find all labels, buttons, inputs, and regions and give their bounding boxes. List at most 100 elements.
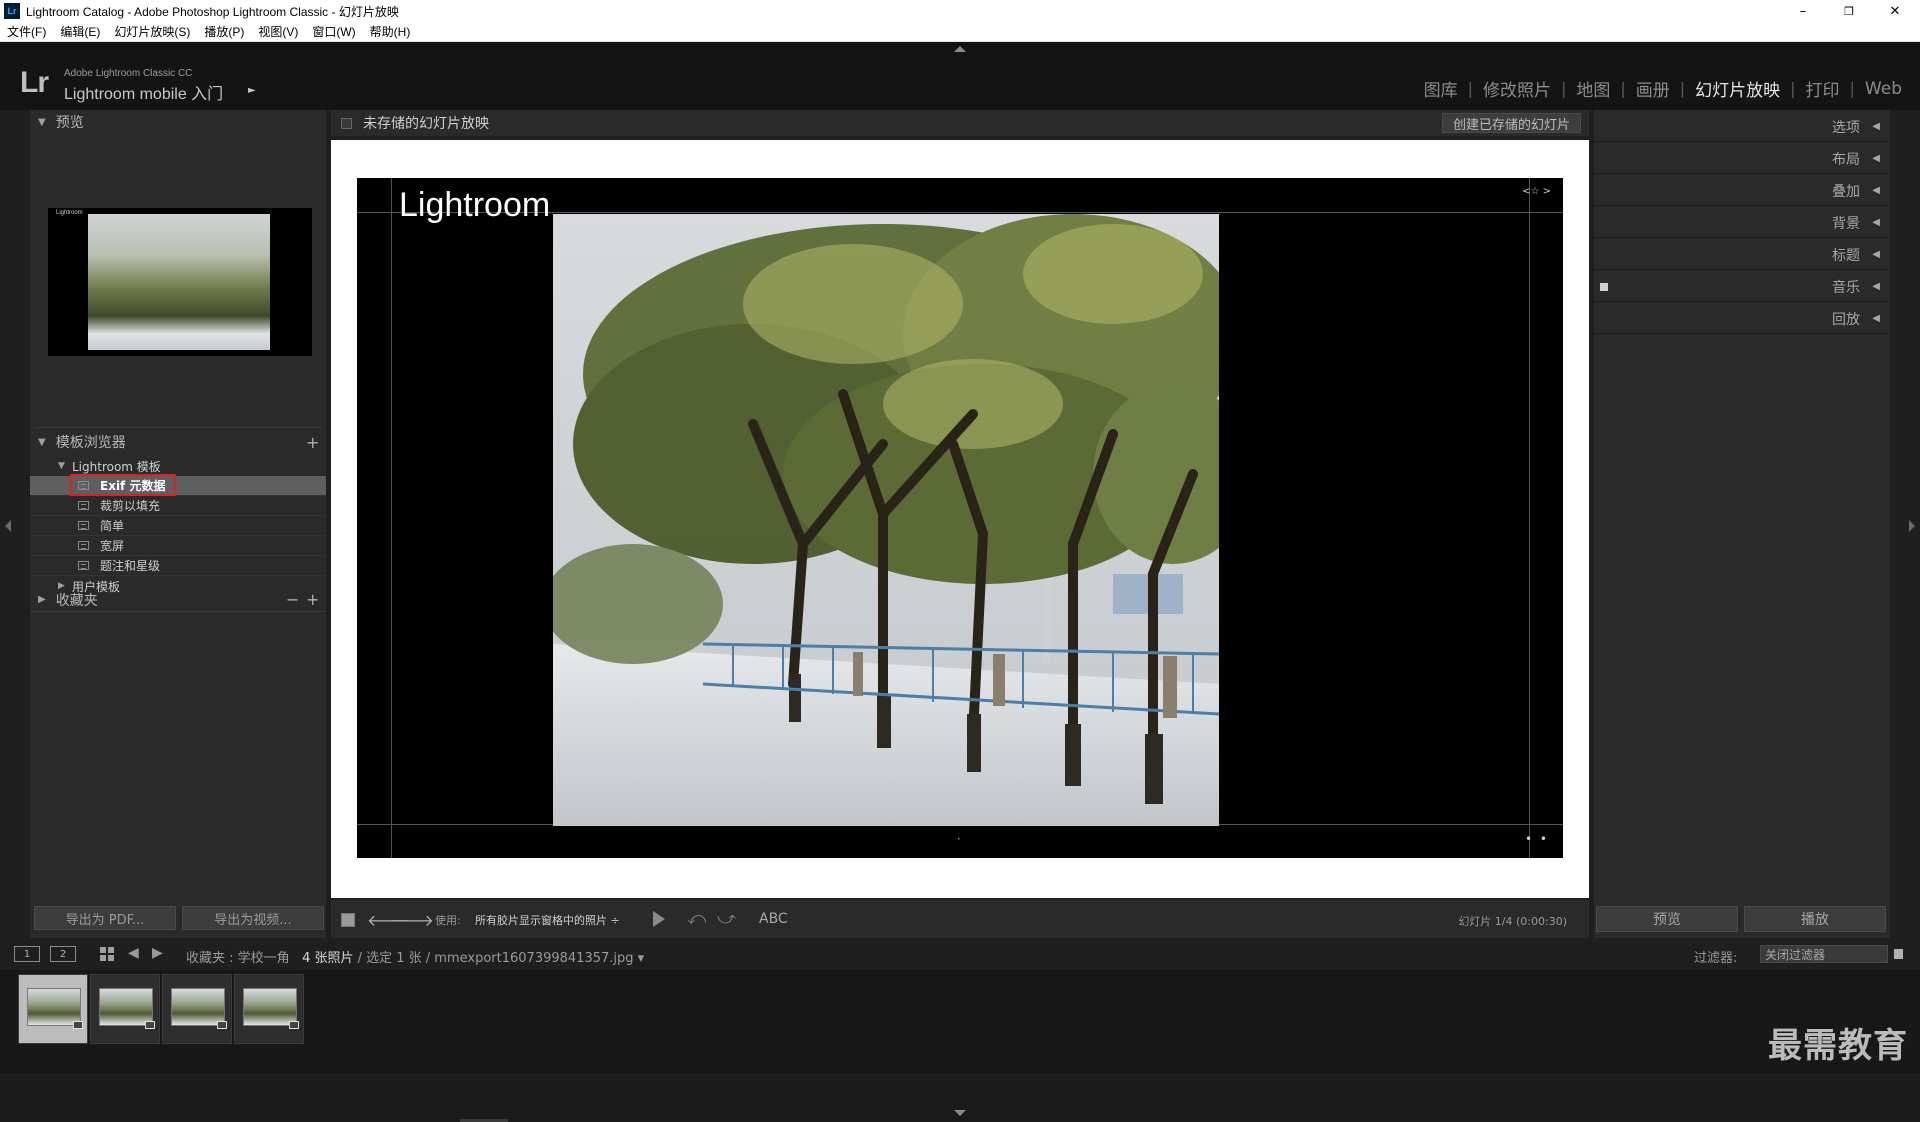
lightroom-app-icon: Lr	[4, 3, 20, 19]
play-arrow-icon[interactable]: ►	[248, 85, 256, 96]
secondary-monitor-button[interactable]: 2	[50, 946, 76, 962]
photo-source-select[interactable]: 所有胶片显示窗格中的照片 ÷	[475, 912, 620, 928]
filmstrip	[0, 970, 1920, 1074]
filmstrip-thumbnail[interactable]	[234, 974, 304, 1044]
rotate-right-icon[interactable]: ⤻	[717, 908, 736, 929]
export-video-button[interactable]: 导出为视频...	[182, 906, 324, 930]
section-layout[interactable]: 布局 ◀	[1594, 144, 1890, 174]
preview-panel-title: 预览	[55, 115, 84, 131]
slideshow-checkbox[interactable]	[341, 118, 352, 129]
menu-play[interactable]: 播放(P)	[204, 23, 244, 40]
back-arrow-icon[interactable]: ◀	[128, 945, 139, 961]
collapse-top-panel-icon[interactable]	[954, 46, 966, 52]
template-caption-rating[interactable]: 题注和星级	[30, 556, 326, 576]
next-slide-icon[interactable]: 🡒	[391, 910, 434, 930]
filmstrip-source-path[interactable]: 收藏夹 : 学校一角 4 张照片 / 选定 1 张 / mmexport1607…	[186, 947, 644, 966]
filmstrip-thumbnail[interactable]	[18, 974, 88, 1044]
music-toggle-switch[interactable]	[1600, 282, 1608, 291]
template-widescreen[interactable]: 宽屏	[30, 536, 326, 556]
grid-view-icon[interactable]	[100, 947, 114, 961]
disclosure-left-icon: ◀	[1872, 185, 1880, 196]
section-playback[interactable]: 回放 ◀	[1594, 304, 1890, 334]
template-browser-header[interactable]: ▼ 模板浏览器 +	[30, 430, 326, 454]
slide-canvas[interactable]: Lightroom <☆ > • • •	[357, 178, 1563, 858]
collapse-left-panel-icon[interactable]	[5, 520, 11, 532]
menu-view[interactable]: 视图(V)	[258, 23, 298, 40]
watermark-text: 最需教育	[1768, 1026, 1908, 1066]
disclosure-down-icon: ▼	[58, 461, 65, 471]
slideshow-header: 未存储的幻灯片放映 创建已存储的幻灯片	[331, 110, 1589, 136]
module-picker: 图库 | 修改照片 | 地图 | 画册 | 幻灯片放映 | 打印 | Web	[1414, 76, 1912, 102]
module-print[interactable]: 打印	[1796, 76, 1850, 101]
guide-left[interactable]	[391, 178, 392, 858]
export-pdf-button[interactable]: 导出为 PDF...	[34, 906, 176, 930]
collections-header[interactable]: ▶ 收藏夹 − +	[30, 588, 326, 612]
slide-dots: • •	[1525, 832, 1549, 846]
template-exif-metadata[interactable]: Exif 元数据	[30, 474, 326, 496]
rating-overlay[interactable]: <☆ >	[1522, 186, 1551, 197]
disclosure-down-icon: ▼	[38, 116, 46, 128]
slideshow-name: 未存储的幻灯片放映	[363, 116, 489, 132]
preview-play-icon[interactable]	[653, 911, 665, 927]
window-title: Lightroom Catalog - Adobe Photoshop Ligh…	[26, 4, 399, 19]
module-map[interactable]: 地图	[1566, 76, 1620, 101]
module-develop[interactable]: 修改照片	[1473, 76, 1561, 101]
section-options[interactable]: 选项 ◀	[1594, 112, 1890, 142]
disclosure-down-icon: ▼	[38, 436, 46, 448]
add-text-button[interactable]: ABC	[759, 911, 788, 927]
add-collection-button[interactable]: +	[306, 590, 319, 609]
module-book[interactable]: 画册	[1626, 76, 1680, 101]
template-icon	[78, 561, 89, 570]
highlight-annotation-box	[70, 474, 176, 496]
collapse-bottom-panel-icon[interactable]	[954, 1110, 966, 1116]
template-crop-to-fill[interactable]: 裁剪以填充	[30, 496, 326, 516]
section-overlays[interactable]: 叠加 ◀	[1594, 176, 1890, 206]
snowy-tree-photo	[553, 214, 1219, 826]
menu-file[interactable]: 文件(F)	[7, 23, 46, 40]
filmstrip-thumbnail[interactable]	[90, 974, 160, 1044]
remove-collection-button[interactable]: −	[286, 590, 299, 609]
create-saved-slideshow-button[interactable]: 创建已存储的幻灯片	[1441, 113, 1581, 133]
disclosure-left-icon: ◀	[1872, 121, 1880, 132]
menu-window[interactable]: 窗口(W)	[312, 23, 355, 40]
filmstrip-thumbnail[interactable]	[162, 974, 232, 1044]
template-simple[interactable]: 简单	[30, 516, 326, 536]
guide-right[interactable]	[1529, 178, 1530, 858]
minimize-button[interactable]: –	[1780, 0, 1826, 22]
disclosure-left-icon: ◀	[1872, 313, 1880, 324]
slide-counter: 幻灯片 1/4 (0:00:30)	[1458, 915, 1567, 928]
slide-photo[interactable]	[553, 214, 1219, 826]
module-slideshow[interactable]: 幻灯片放映	[1685, 76, 1790, 101]
section-backdrop[interactable]: 背景 ◀	[1594, 208, 1890, 238]
rotate-left-icon[interactable]: ⤺	[687, 908, 706, 929]
menu-slideshow[interactable]: 幻灯片放映(S)	[114, 23, 190, 40]
disclosure-left-icon: ◀	[1872, 217, 1880, 228]
primary-monitor-button[interactable]: 1	[14, 946, 40, 962]
stop-button[interactable]	[341, 913, 355, 927]
restore-button[interactable]: ❐	[1826, 0, 1872, 22]
menu-help[interactable]: 帮助(H)	[370, 23, 411, 40]
section-music[interactable]: 音乐 ◀	[1594, 272, 1890, 302]
play-button[interactable]: 播放	[1744, 906, 1886, 932]
add-template-button[interactable]: +	[306, 433, 319, 452]
close-button[interactable]: ✕	[1872, 0, 1918, 22]
section-titles[interactable]: 标题 ◀	[1594, 240, 1890, 270]
menu-edit[interactable]: 编辑(E)	[60, 23, 100, 40]
folder-lightroom-templates[interactable]: ▼ Lightroom 模板	[30, 456, 326, 476]
slideshow-badge-icon	[73, 1021, 83, 1029]
slide-editor-stage: Lightroom <☆ > • • •	[331, 140, 1589, 898]
slideshow-badge-icon	[145, 1021, 155, 1029]
template-tree: ▼ Lightroom 模板 Exif 元数据 裁剪以填充 简单 宽屏 题注和星…	[30, 456, 326, 596]
filter-lock-icon[interactable]	[1894, 949, 1903, 959]
slide-identity-text[interactable]: Lightroom	[399, 186, 550, 225]
collapse-right-panel-icon[interactable]	[1909, 520, 1915, 532]
filter-select[interactable]: 关闭过滤器	[1760, 945, 1888, 963]
forward-arrow-icon[interactable]: ▶	[152, 945, 163, 961]
filmstrip-bar: 1 2 ◀ ▶ 收藏夹 : 学校一角 4 张照片 / 选定 1 张 / mmex…	[0, 940, 1920, 968]
preview-button[interactable]: 预览	[1596, 906, 1738, 932]
module-library[interactable]: 图库	[1414, 76, 1468, 101]
lightroom-mobile-link[interactable]: Lightroom mobile 入门	[64, 80, 223, 104]
module-web[interactable]: Web	[1855, 79, 1912, 99]
preview-photo	[88, 214, 270, 350]
preview-panel-header[interactable]: ▼ 预览	[30, 110, 326, 134]
